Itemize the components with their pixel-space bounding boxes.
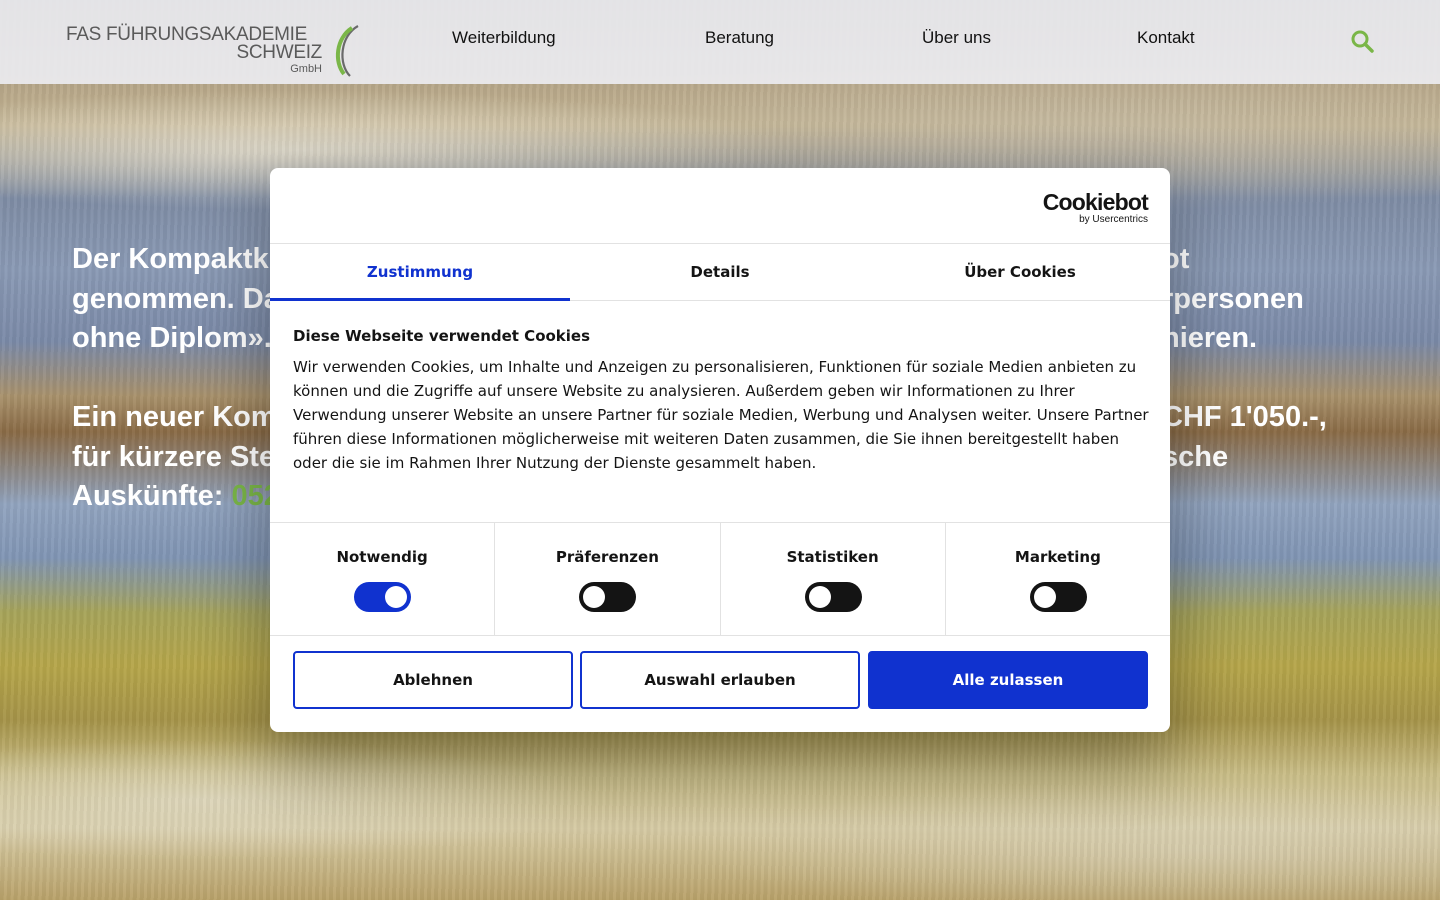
toggle-label-praeferenzen: Präferenzen (555, 548, 659, 566)
toggle-cell-praeferenzen: Präferenzen (495, 523, 721, 635)
brand-name: Cookiebot (1042, 189, 1149, 215)
nav-beratung[interactable]: Beratung (705, 28, 774, 48)
site-logo[interactable]: FAS FÜHRUNGSAKADEMIE SCHWEIZ GmbH (66, 24, 366, 78)
tab-ueber-cookies[interactable]: Über Cookies (870, 244, 1170, 300)
hero-line-3: ohne Diplom». (72, 322, 272, 354)
toggle-statistiken[interactable] (804, 582, 862, 612)
hero-line-4: Ein neuer Kom (72, 401, 277, 433)
nav-kontakt[interactable]: Kontakt (1137, 28, 1195, 48)
toggle-cell-marketing: Marketing (946, 523, 1170, 635)
toggle-praeferenzen[interactable] (579, 582, 637, 612)
hero-line-5: für kürzere Ste (72, 440, 276, 473)
toggle-cell-statistiken: Statistiken (721, 523, 946, 635)
logo-line-3: GmbH (290, 63, 322, 75)
toggle-label-marketing: Marketing (1014, 548, 1101, 566)
toggle-knob (1033, 586, 1056, 608)
site-header: FAS FÜHRUNGSAKADEMIE SCHWEIZ GmbH Weiter… (0, 0, 1440, 84)
toggle-knob (385, 586, 408, 608)
dialog-description: Wir verwenden Cookies, um Inhalte und An… (293, 358, 1149, 472)
toggle-knob (583, 586, 606, 608)
logo-line-2: SCHWEIZ (236, 42, 322, 63)
consent-toggles: Notwendig Präferenzen Statistiken Market… (270, 522, 1170, 636)
allow-selection-button[interactable]: Auswahl erlauben (580, 651, 860, 709)
hero-line-1: Der Kompaktk (72, 243, 269, 275)
tab-zustimmung[interactable]: Zustimmung (270, 244, 570, 301)
toggle-label-notwendig: Notwendig (336, 548, 428, 566)
toggle-knob (808, 586, 831, 608)
cookiebot-logo: Cookiebot by Usercentrics (1042, 189, 1149, 226)
brand-sub: by Usercentrics (1079, 214, 1148, 225)
allow-all-button[interactable]: Alle zulassen (868, 651, 1148, 709)
hero-line-3-right: nieren. (1162, 322, 1258, 354)
toggle-cell-notwendig: Notwendig (270, 523, 496, 635)
hero-line-6: Auskünfte: 052 (72, 477, 280, 517)
nav-weiterbildung[interactable]: Weiterbildung (452, 28, 556, 48)
hero-auskuenfte-label: Auskünfte: (72, 480, 232, 512)
hero-line-5-right: sche (1162, 440, 1229, 473)
dialog-tabs: Zustimmung Details Über Cookies (270, 243, 1170, 301)
hero-line-4-right: CHF 1'050.-, (1162, 401, 1327, 433)
search-icon[interactable] (1350, 29, 1374, 53)
decline-button[interactable]: Ablehnen (293, 651, 573, 709)
toggle-marketing[interactable] (1029, 582, 1087, 612)
hero-line-2: genommen. Da (72, 282, 280, 315)
tab-details[interactable]: Details (570, 244, 870, 300)
cookie-consent-dialog: Cookiebot by Usercentrics Zustimmung Det… (270, 168, 1170, 732)
toggle-label-statistiken: Statistiken (786, 548, 879, 566)
logo-bracket-icon (335, 25, 359, 77)
hero-line-2-right: rpersonen (1162, 282, 1304, 315)
dialog-title: Diese Webseite verwendet Cookies (293, 327, 591, 345)
nav-ueber-uns[interactable]: Über uns (922, 28, 991, 48)
toggle-notwendig[interactable] (354, 582, 412, 612)
